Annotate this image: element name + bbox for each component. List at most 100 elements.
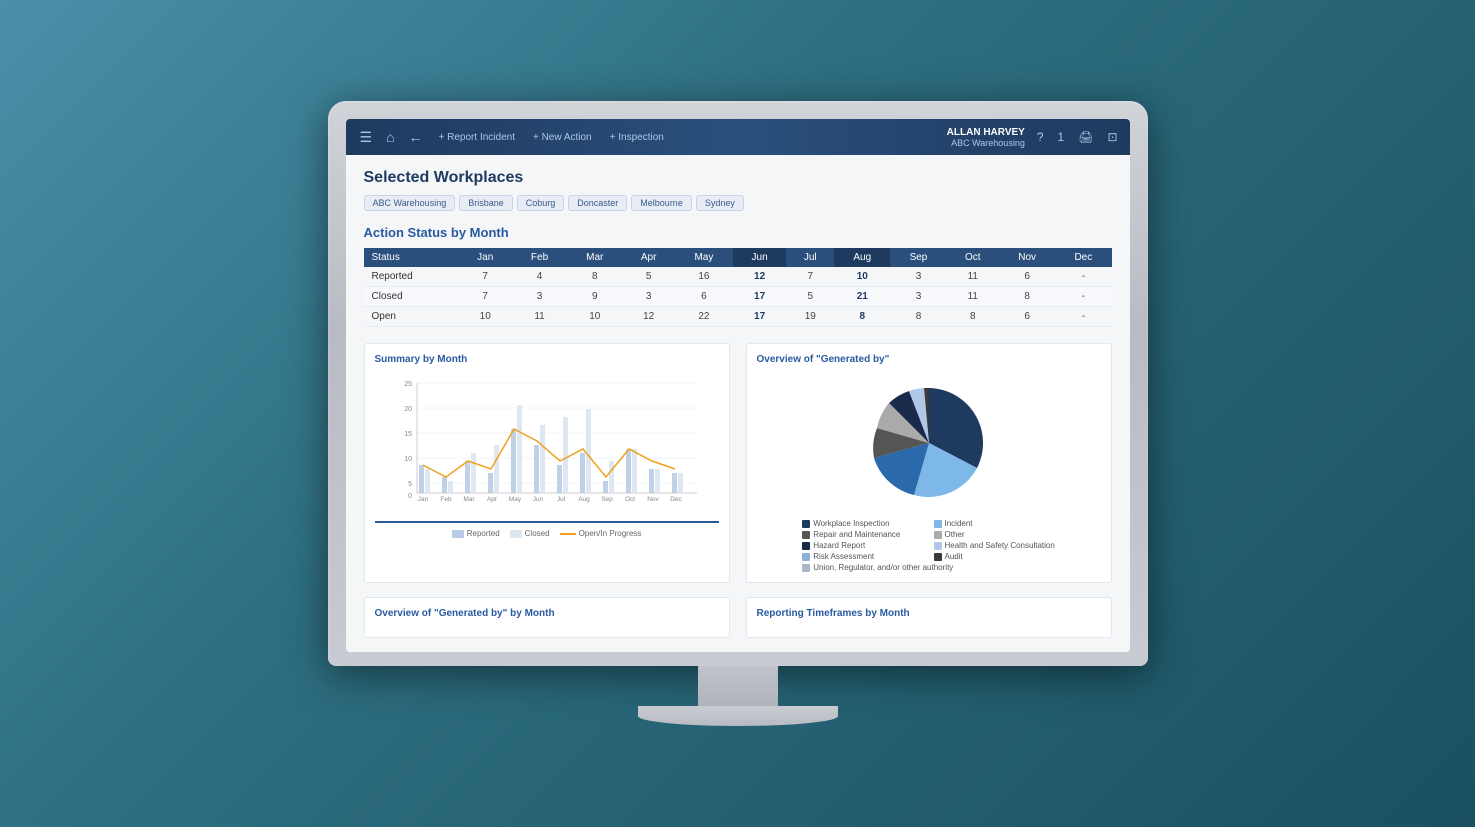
bottom-row: Overview of "Generated by" by Month Repo… [364, 597, 1112, 638]
cell-nov: 8 [999, 287, 1055, 307]
legend-closed: Closed [510, 529, 550, 538]
cell-apr: 5 [622, 267, 674, 287]
cell-dec: - [1055, 307, 1111, 327]
pie-legend-workplace: Workplace Inspection [802, 519, 923, 528]
pie-label-workplace: Workplace Inspection [813, 519, 889, 528]
cell-sep: 3 [890, 267, 946, 287]
tag-brisbane: Brisbane [459, 195, 513, 211]
pie-dot-risk [802, 553, 810, 561]
menu-icon[interactable]: ☰ [356, 127, 377, 148]
monitor: ☰ ⌂ ← + Report Incident + New Action + I… [328, 101, 1148, 726]
tag-doncaster: Doncaster [568, 195, 627, 211]
cell-oct: 8 [947, 307, 999, 327]
legend-reported-label: Reported [467, 529, 500, 538]
pie-chart-container: Workplace Inspection Incident Repair and… [757, 373, 1101, 572]
pie-label-audit: Audit [945, 552, 963, 561]
bottom-left-panel: Overview of "Generated by" by Month [364, 597, 730, 638]
header-left: ☰ ⌂ ← + Report Incident + New Action + I… [356, 127, 941, 148]
pie-dot-union [802, 564, 810, 572]
cell-dec: - [1055, 287, 1111, 307]
cell-oct: 11 [947, 267, 999, 287]
svg-text:Jul: Jul [556, 496, 565, 503]
pie-dot-other [934, 531, 942, 539]
pie-legend-other: Other [934, 530, 1055, 539]
user-info: ALLAN HARVEY ABC Warehousing [947, 127, 1025, 148]
pie-dot-health [934, 542, 942, 550]
header-right: ALLAN HARVEY ABC Warehousing ? 1 🖨 ⊡ [947, 127, 1120, 148]
cell-jul: 19 [786, 307, 834, 327]
pie-dot-workplace [802, 520, 810, 528]
svg-text:Mar: Mar [463, 496, 475, 503]
bottom-left-title: Overview of "Generated by" by Month [375, 608, 719, 619]
workplace-tags: ABC Warehousing Brisbane Coburg Doncaste… [364, 195, 1112, 211]
bottom-right-panel: Reporting Timeframes by Month [746, 597, 1112, 638]
summary-chart-panel: Summary by Month 25 2 [364, 343, 730, 583]
bar-chart-area: 25 20 15 10 5 0 [375, 373, 719, 513]
cell-oct: 11 [947, 287, 999, 307]
bar-chart-svg: 25 20 15 10 5 0 [375, 373, 719, 503]
help-icon[interactable]: ? [1035, 128, 1046, 146]
cell-jul: 5 [786, 287, 834, 307]
cell-sep: 8 [890, 307, 946, 327]
col-aug: Aug [834, 248, 890, 267]
svg-text:20: 20 [404, 406, 412, 413]
legend-open-icon [560, 533, 576, 535]
cell-status-closed: Closed [364, 287, 459, 307]
cell-mar: 8 [567, 267, 622, 287]
col-jun: Jun [733, 248, 786, 267]
col-sep: Sep [890, 248, 946, 267]
svg-text:Feb: Feb [440, 496, 452, 503]
chart-legend: Reported Closed Open/In Progress [375, 529, 719, 538]
pie-dot-repair [802, 531, 810, 539]
cell-status-reported: Reported [364, 267, 459, 287]
svg-text:25: 25 [404, 381, 412, 388]
pie-label-other: Other [945, 530, 965, 539]
pie-legend-health: Health and Safety Consultation [934, 541, 1055, 550]
pie-legend-union: Union, Regulator, and/or other authority [802, 563, 1055, 572]
cell-jan: 7 [459, 287, 512, 307]
cell-aug: 10 [834, 267, 890, 287]
tag-coburg: Coburg [517, 195, 565, 211]
inspection-button[interactable]: + Inspection [604, 130, 670, 145]
home-icon[interactable]: ⌂ [382, 127, 398, 147]
legend-closed-icon [510, 530, 522, 538]
cell-sep: 3 [890, 287, 946, 307]
tag-sydney: Sydney [696, 195, 744, 211]
cell-jul: 7 [786, 267, 834, 287]
print-icon[interactable]: 🖨 [1076, 128, 1095, 146]
pie-label-union: Union, Regulator, and/or other authority [813, 563, 953, 572]
svg-text:Nov: Nov [647, 496, 659, 503]
bottom-right-title: Reporting Timeframes by Month [757, 608, 1101, 619]
pie-label-risk: Risk Assessment [813, 552, 874, 561]
cell-apr: 3 [622, 287, 674, 307]
pie-dot-incident [934, 520, 942, 528]
app-header: ☰ ⌂ ← + Report Incident + New Action + I… [346, 119, 1130, 155]
back-icon[interactable]: ← [405, 127, 427, 147]
screen: ☰ ⌂ ← + Report Incident + New Action + I… [346, 119, 1130, 652]
pie-legend-incident: Incident [934, 519, 1055, 528]
pie-legend-hazard: Hazard Report [802, 541, 923, 550]
cell-nov: 6 [999, 307, 1055, 327]
user-name: ALLAN HARVEY [947, 127, 1025, 138]
svg-text:Jan: Jan [417, 496, 428, 503]
summary-chart-title: Summary by Month [375, 354, 719, 365]
col-status: Status [364, 248, 459, 267]
monitor-frame: ☰ ⌂ ← + Report Incident + New Action + I… [328, 101, 1148, 666]
cell-mar: 9 [567, 287, 622, 307]
expand-icon[interactable]: ⊡ [1105, 128, 1119, 146]
pie-label-hazard: Hazard Report [813, 541, 865, 550]
status-table: Status Jan Feb Mar Apr May Jun Jul Aug S… [364, 248, 1112, 327]
page-title: Selected Workplaces [364, 169, 1112, 187]
cell-jun: 17 [733, 287, 786, 307]
new-action-button[interactable]: + New Action [527, 130, 598, 145]
pie-legend-repair: Repair and Maintenance [802, 530, 923, 539]
legend-open-label: Open/In Progress [579, 529, 642, 538]
legend-open: Open/In Progress [560, 529, 642, 538]
pie-label-repair: Repair and Maintenance [813, 530, 900, 539]
col-may: May [675, 248, 733, 267]
report-incident-button[interactable]: + Report Incident [433, 130, 521, 145]
cell-feb: 4 [512, 267, 567, 287]
user-company: ABC Warehousing [947, 138, 1025, 148]
notification-icon[interactable]: 1 [1056, 128, 1067, 146]
pie-dot-audit [934, 553, 942, 561]
